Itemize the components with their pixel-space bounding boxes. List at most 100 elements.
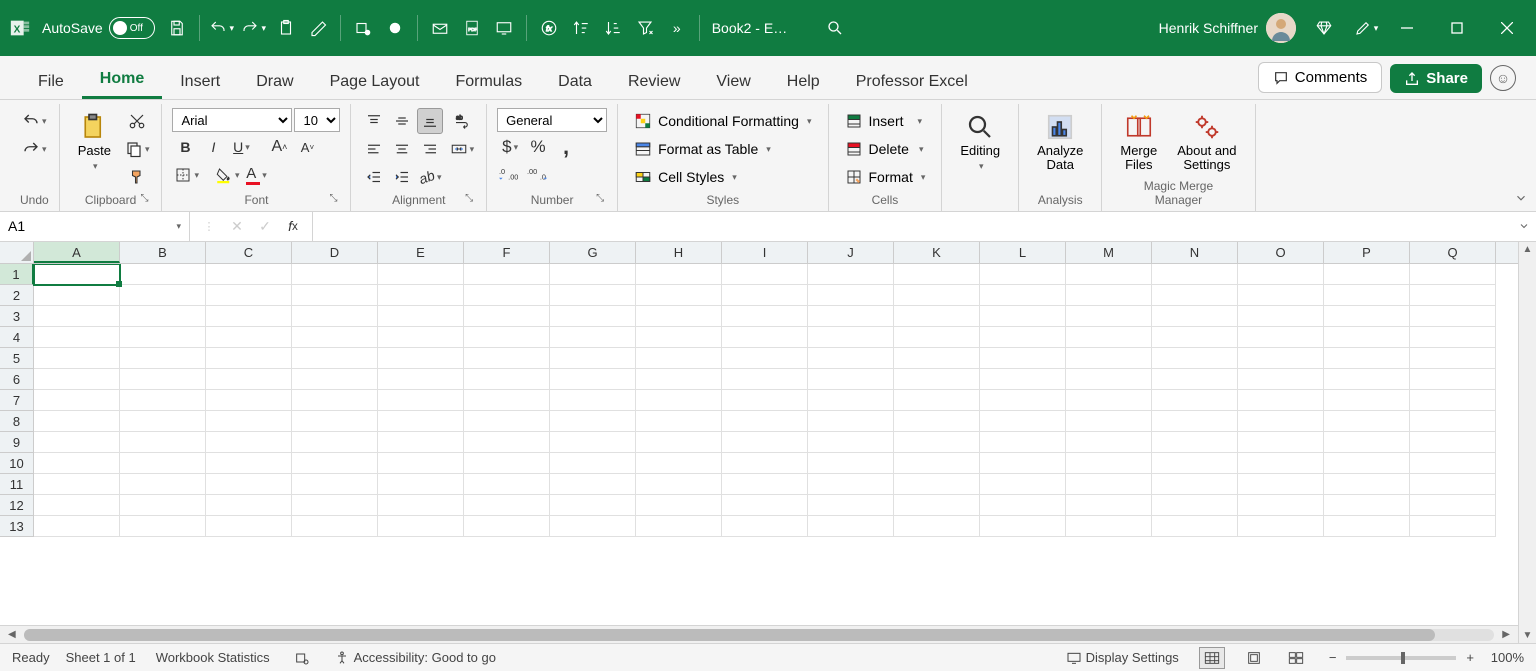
collapse-ribbon-icon[interactable] <box>1514 191 1528 205</box>
number-format-select[interactable]: General <box>497 108 607 132</box>
column-header[interactable]: E <box>378 242 464 263</box>
cell[interactable] <box>206 411 292 432</box>
cell[interactable] <box>1410 369 1496 390</box>
align-bottom-icon[interactable] <box>417 108 443 134</box>
alignment-launcher-icon[interactable]: ⤡ <box>462 193 476 207</box>
circle-icon[interactable] <box>381 14 409 42</box>
cell[interactable] <box>1324 411 1410 432</box>
cell[interactable] <box>292 432 378 453</box>
cut-icon[interactable] <box>123 108 152 134</box>
cell[interactable] <box>378 348 464 369</box>
pdf-export-icon[interactable]: PDF <box>458 14 486 42</box>
decrease-decimal-icon[interactable]: .00.0 <box>525 162 551 188</box>
cell[interactable] <box>292 306 378 327</box>
row-header[interactable]: 10 <box>0 453 34 474</box>
align-left-icon[interactable] <box>361 136 387 162</box>
cell[interactable] <box>1324 516 1410 537</box>
cell[interactable] <box>894 432 980 453</box>
font-launcher-icon[interactable]: ⤡ <box>326 193 340 207</box>
cell[interactable] <box>550 348 636 369</box>
cell-styles-button[interactable]: Cell Styles▾ <box>628 164 817 190</box>
cell[interactable] <box>378 432 464 453</box>
cell[interactable] <box>464 495 550 516</box>
column-header[interactable]: B <box>120 242 206 263</box>
cell[interactable] <box>1410 453 1496 474</box>
cell[interactable] <box>292 495 378 516</box>
more-commands-icon[interactable]: » <box>663 14 691 42</box>
align-top-icon[interactable] <box>361 108 387 134</box>
cell[interactable] <box>1238 327 1324 348</box>
cell[interactable] <box>550 411 636 432</box>
cell[interactable] <box>636 390 722 411</box>
cell[interactable] <box>980 390 1066 411</box>
page-layout-view-icon[interactable] <box>1241 647 1267 669</box>
name-box[interactable]: A1▾ <box>0 212 190 241</box>
cell[interactable] <box>550 390 636 411</box>
cell[interactable] <box>1324 369 1410 390</box>
cell[interactable] <box>894 516 980 537</box>
column-header[interactable]: L <box>980 242 1066 263</box>
save-icon[interactable] <box>163 14 191 42</box>
cell[interactable] <box>722 390 808 411</box>
decrease-font-icon[interactable]: A˅ <box>294 134 320 160</box>
cell[interactable] <box>464 516 550 537</box>
cell[interactable] <box>1410 348 1496 369</box>
cell[interactable] <box>1238 390 1324 411</box>
cell[interactable] <box>550 264 636 285</box>
percent-icon[interactable]: % <box>525 134 551 160</box>
cell[interactable] <box>206 327 292 348</box>
cell[interactable] <box>464 327 550 348</box>
email-attach-icon[interactable] <box>426 14 454 42</box>
pen-icon[interactable]: ▾ <box>1352 14 1380 42</box>
cell[interactable] <box>206 306 292 327</box>
redo-icon[interactable]: ▾ <box>240 14 268 42</box>
macro-record-status-icon[interactable] <box>290 650 314 666</box>
cell[interactable] <box>1152 306 1238 327</box>
cell[interactable] <box>34 264 120 285</box>
cell[interactable] <box>980 369 1066 390</box>
cell[interactable] <box>1066 474 1152 495</box>
tab-file[interactable]: File <box>20 63 82 99</box>
tab-review[interactable]: Review <box>610 63 698 99</box>
share-button[interactable]: Share <box>1390 64 1482 93</box>
cell[interactable] <box>292 264 378 285</box>
screen-icon[interactable] <box>490 14 518 42</box>
cell[interactable] <box>1238 306 1324 327</box>
cell[interactable] <box>120 369 206 390</box>
cell[interactable] <box>1152 411 1238 432</box>
cell[interactable] <box>722 264 808 285</box>
cell[interactable] <box>1238 474 1324 495</box>
cell[interactable] <box>378 474 464 495</box>
undo-button[interactable]: ▾ <box>20 108 49 134</box>
cell[interactable] <box>1410 474 1496 495</box>
row-header[interactable]: 8 <box>0 411 34 432</box>
row-header[interactable]: 12 <box>0 495 34 516</box>
workbook-stats-button[interactable]: Workbook Statistics <box>152 650 274 665</box>
cell[interactable] <box>378 411 464 432</box>
cell[interactable] <box>980 327 1066 348</box>
cell[interactable] <box>1066 516 1152 537</box>
cell[interactable] <box>1066 306 1152 327</box>
merge-center-icon[interactable]: ▾ <box>448 136 477 162</box>
cell[interactable] <box>1152 369 1238 390</box>
format-cells-button[interactable]: Format▾ <box>839 164 932 190</box>
tab-formulas[interactable]: Formulas <box>437 63 540 99</box>
cell[interactable] <box>636 348 722 369</box>
underline-button[interactable]: U▾ <box>228 134 254 160</box>
cell[interactable] <box>464 474 550 495</box>
minimize-button[interactable] <box>1384 0 1430 56</box>
cell[interactable] <box>292 369 378 390</box>
cell[interactable] <box>464 390 550 411</box>
cell[interactable] <box>636 411 722 432</box>
italic-button[interactable]: I <box>200 134 226 160</box>
cell[interactable] <box>808 453 894 474</box>
tab-help[interactable]: Help <box>769 63 838 99</box>
cell[interactable] <box>464 306 550 327</box>
cell[interactable] <box>1324 264 1410 285</box>
cell[interactable] <box>980 432 1066 453</box>
font-color-button[interactable]: A▾ <box>244 162 270 188</box>
cell[interactable] <box>378 453 464 474</box>
cell[interactable] <box>1238 264 1324 285</box>
cell[interactable] <box>1324 285 1410 306</box>
increase-decimal-icon[interactable]: .0.00 <box>497 162 523 188</box>
